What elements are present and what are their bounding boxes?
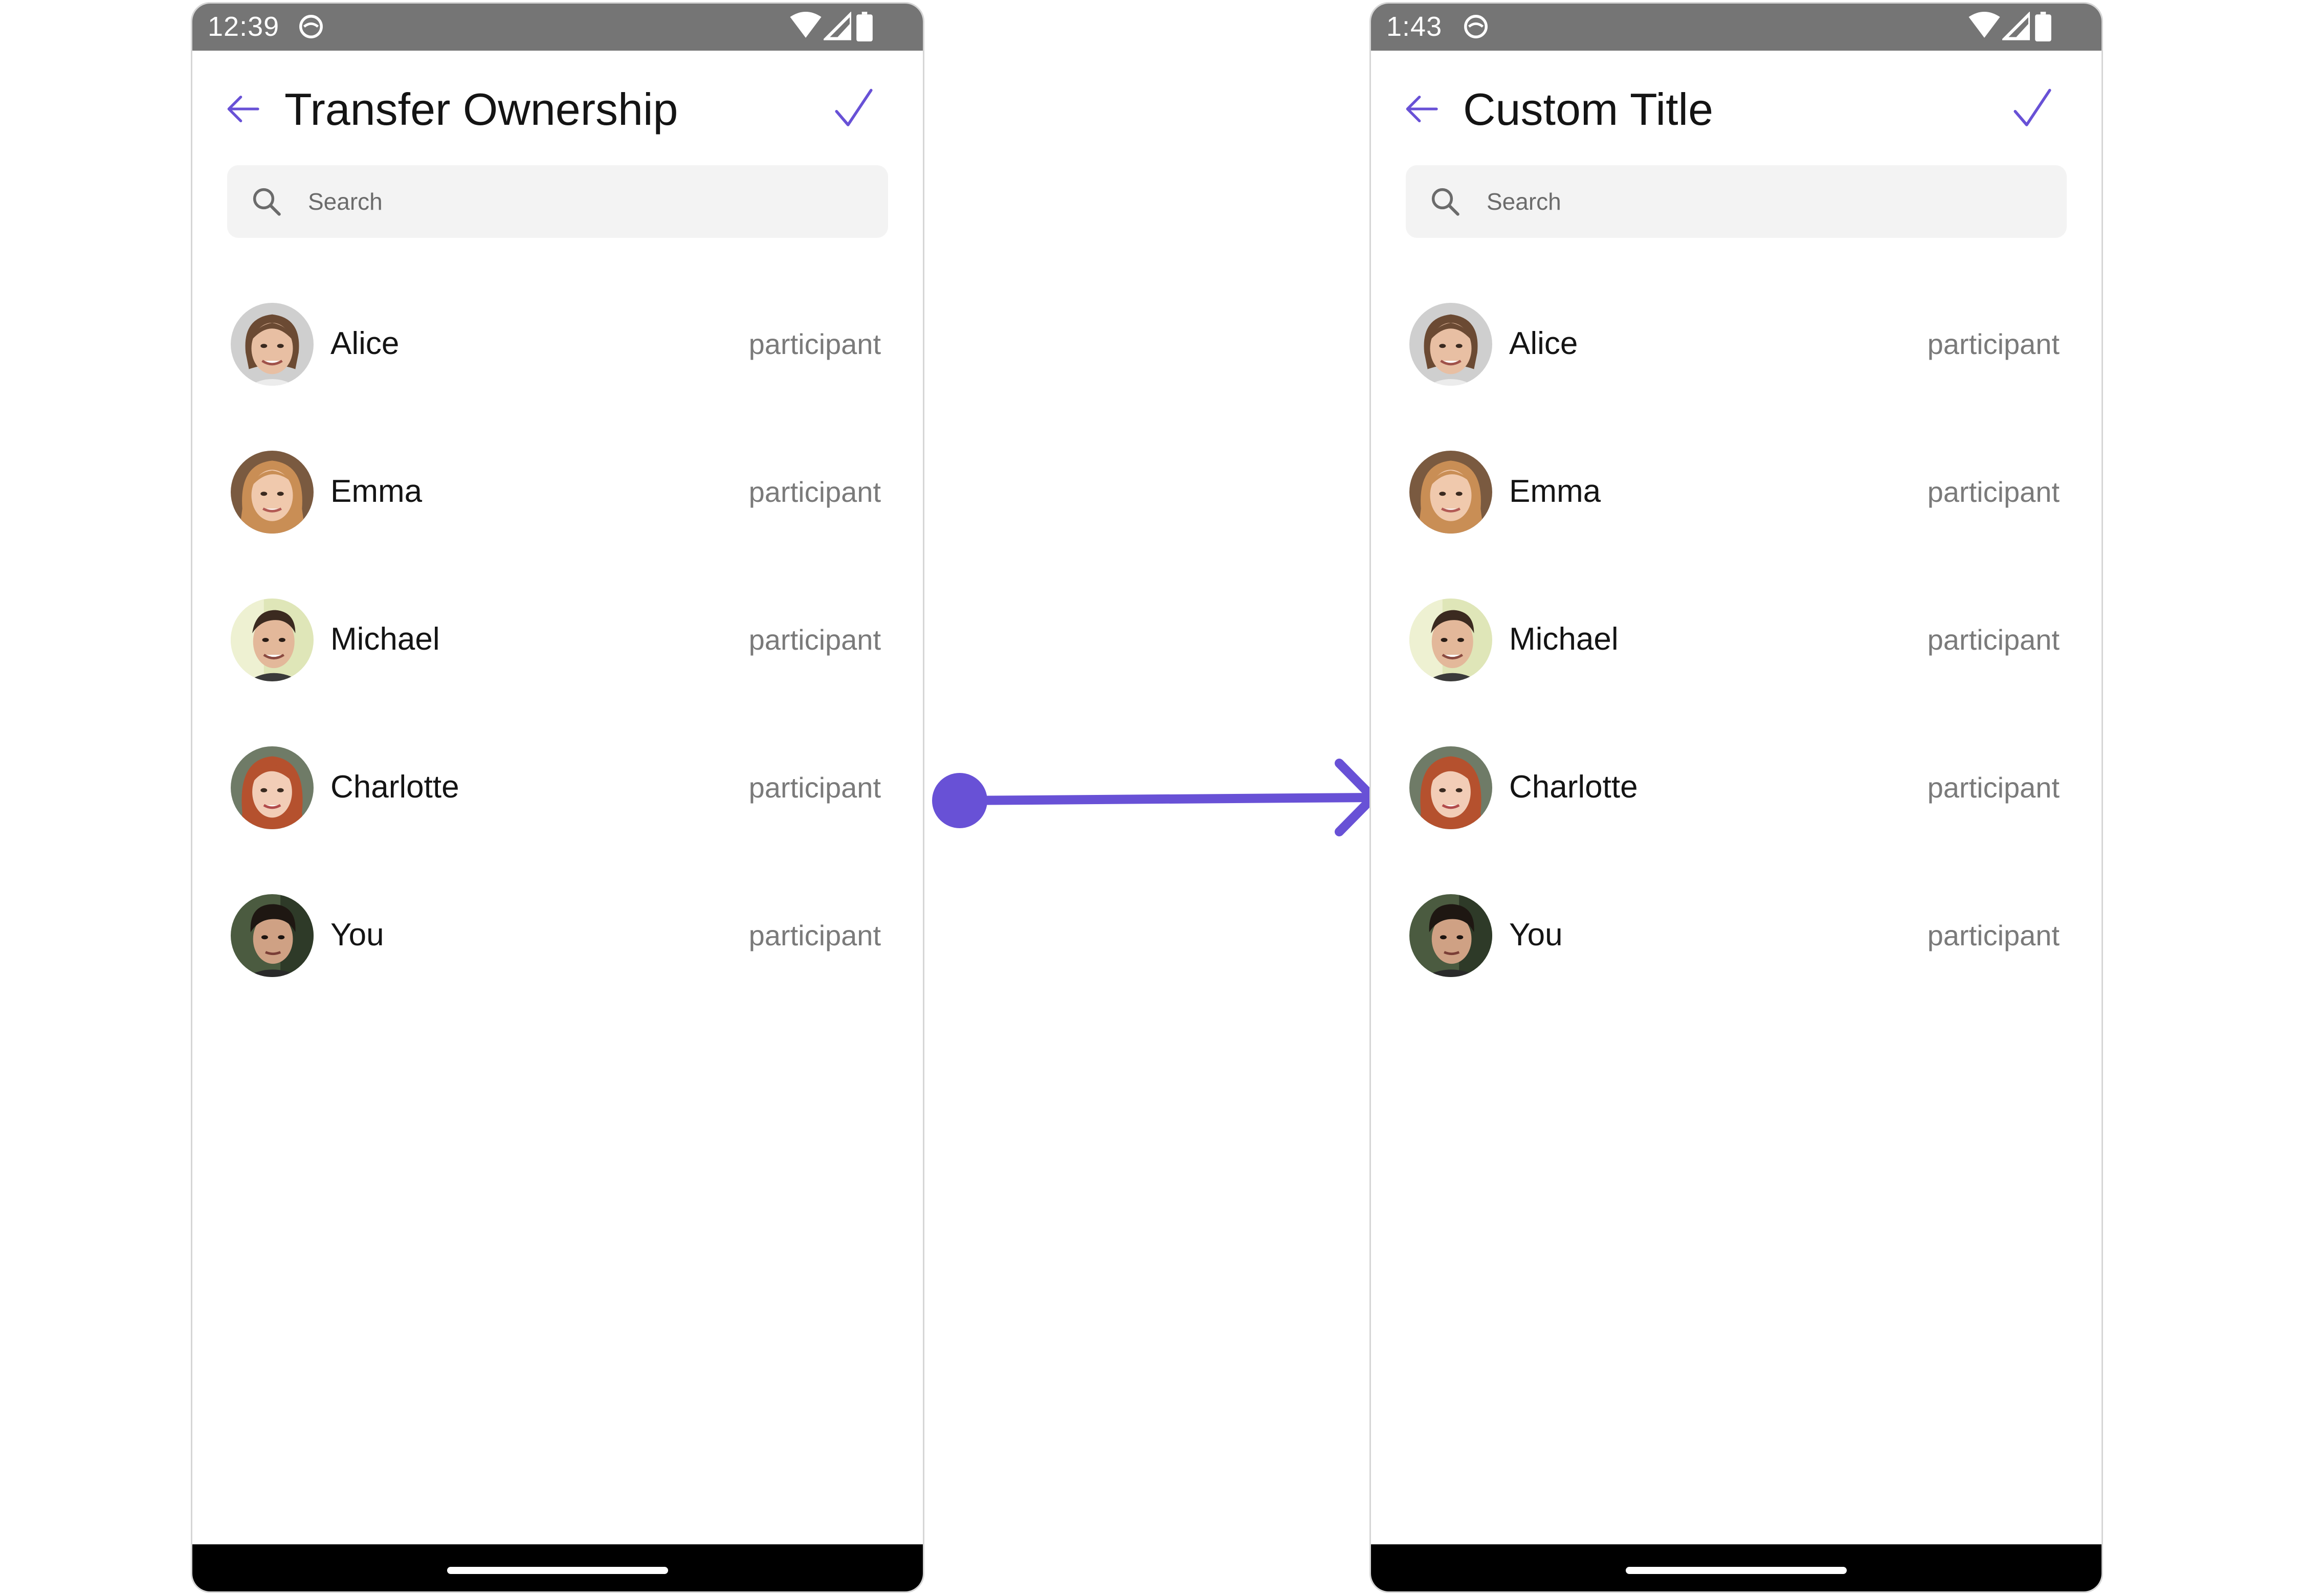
flow-arrow-icon xyxy=(932,759,1378,836)
member-row-michael[interactable]: Michael participant xyxy=(192,570,923,718)
navigation-bar xyxy=(192,1544,923,1591)
avatar xyxy=(1409,598,1492,681)
member-name: You xyxy=(330,917,384,952)
avatar xyxy=(1409,894,1492,977)
search-icon xyxy=(1431,188,1459,216)
page-title: Transfer Ownership xyxy=(284,84,678,135)
member-role: participant xyxy=(748,624,881,656)
battery-icon xyxy=(856,12,873,41)
member-name: Emma xyxy=(1509,474,1601,509)
member-name: Alice xyxy=(330,326,400,361)
wifi-icon xyxy=(790,12,822,38)
status-bar: 12:39 xyxy=(192,4,923,51)
header: Transfer Ownership xyxy=(192,51,923,168)
avatar xyxy=(231,746,314,829)
header: Custom Title xyxy=(1371,51,2101,168)
status-indicators xyxy=(1968,12,2051,42)
arrow-left-icon[interactable] xyxy=(1401,88,1442,129)
arrow-left-icon[interactable] xyxy=(222,88,263,129)
member-name: Michael xyxy=(330,622,440,657)
navigation-bar xyxy=(1371,1544,2101,1591)
wifi-icon xyxy=(1968,12,2000,38)
search-input[interactable] xyxy=(1487,165,2051,238)
home-indicator[interactable] xyxy=(447,1567,668,1574)
battery-icon xyxy=(2035,12,2051,41)
avatar xyxy=(231,451,314,534)
member-row-you[interactable]: You participant xyxy=(1371,866,2101,1014)
member-role: participant xyxy=(1927,328,2060,360)
avatar xyxy=(231,598,314,681)
phone-screen-right: 1:43 Custom Title Search Alice participa… xyxy=(1369,2,2103,1593)
status-time: 12:39 xyxy=(208,11,280,42)
avatar xyxy=(1409,451,1492,534)
home-indicator[interactable] xyxy=(1626,1567,1847,1574)
status-time: 1:43 xyxy=(1386,11,1443,42)
member-role: participant xyxy=(1927,771,2060,804)
search-bar xyxy=(227,165,888,238)
avatar xyxy=(1409,303,1492,386)
member-name: Michael xyxy=(1509,622,1619,657)
member-role: participant xyxy=(748,771,881,804)
member-role: participant xyxy=(1927,624,2060,656)
member-role: participant xyxy=(748,328,881,360)
search-bar xyxy=(1406,165,2067,238)
status-indicators xyxy=(790,12,873,42)
status-bar: 1:43 xyxy=(1371,4,2101,51)
member-row-emma[interactable]: Emma participant xyxy=(1371,423,2101,570)
search-icon xyxy=(253,188,281,216)
avatar xyxy=(1409,746,1492,829)
member-row-charlotte[interactable]: Charlotte participant xyxy=(192,718,923,866)
avatar xyxy=(231,894,314,977)
member-role: participant xyxy=(1927,919,2060,951)
search-input[interactable] xyxy=(308,165,873,238)
check-icon[interactable] xyxy=(831,86,877,132)
member-row-alice[interactable]: Alice participant xyxy=(1371,275,2101,423)
member-name: Emma xyxy=(330,474,423,509)
member-row-you[interactable]: You participant xyxy=(192,866,923,1014)
member-name: You xyxy=(1509,917,1563,952)
member-name: Charlotte xyxy=(1509,769,1638,805)
member-list: Alice participant Emma participant Micha… xyxy=(1371,275,2101,1014)
member-row-emma[interactable]: Emma participant xyxy=(192,423,923,570)
check-icon[interactable] xyxy=(2009,86,2055,132)
member-name: Alice xyxy=(1509,326,1578,361)
page-title: Custom Title xyxy=(1463,84,1714,135)
phone-screen-left: 12:39 Transfer Ownership Search Alice pa… xyxy=(191,2,924,1593)
member-row-alice[interactable]: Alice participant xyxy=(192,275,923,423)
member-role: participant xyxy=(748,476,881,508)
app-notification-icon xyxy=(299,15,323,38)
member-list: Alice participant Emma participant Micha… xyxy=(192,275,923,1014)
app-notification-icon xyxy=(1464,15,1488,38)
cellular-signal-icon xyxy=(2002,12,2030,40)
avatar xyxy=(231,303,314,386)
member-name: Charlotte xyxy=(330,769,459,805)
member-row-michael[interactable]: Michael participant xyxy=(1371,570,2101,718)
member-row-charlotte[interactable]: Charlotte participant xyxy=(1371,718,2101,866)
cellular-signal-icon xyxy=(824,12,851,40)
member-role: participant xyxy=(1927,476,2060,508)
member-role: participant xyxy=(748,919,881,951)
